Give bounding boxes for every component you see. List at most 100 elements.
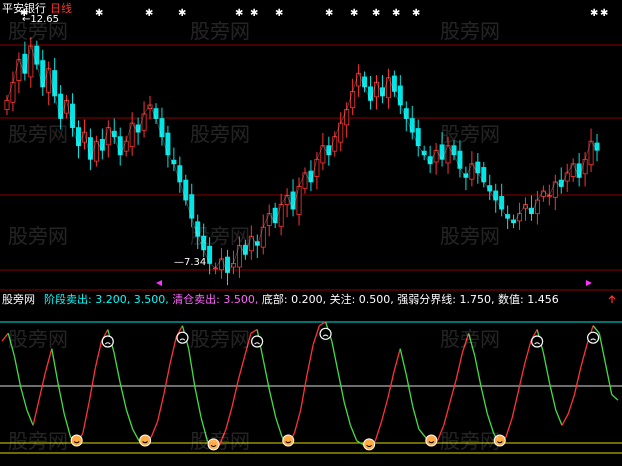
oscillator-segment (132, 428, 140, 441)
oscillator-segment (331, 340, 339, 372)
param-label: 底部: (262, 292, 288, 306)
watermark-text: 股旁网 (190, 224, 250, 248)
star-icon: ✱ (372, 8, 380, 19)
candle-body[interactable] (207, 245, 213, 264)
candle-body[interactable] (493, 190, 499, 201)
stock-chart-window[interactable]: ✱ ✱ ✱ ✱ ✱ ✱ ✱ ✱ ✱ ✱ ✱ ✱ ✱ ✱ 平安银行 日线 ←12.65 —7.34 股旁网 … (0, 0, 622, 462)
oscillator-segment (125, 409, 134, 430)
param-value: 0.200, (288, 293, 330, 306)
indicator-params: 阶段卖出: 3.200, 3.500, 清仓卖出: 3.500, 底部: 0.2… (44, 292, 559, 306)
oscillator-segment (113, 352, 121, 384)
candle-body[interactable] (87, 137, 93, 160)
oscillator-segment (20, 386, 28, 411)
watermark-text: 股旁网 (190, 327, 250, 351)
star-icon: ✱ (590, 8, 598, 19)
smiley-face-icon (139, 434, 152, 447)
watermarks: 股旁网 股旁网 股旁网股旁网 股旁网 股旁网股旁网 股旁网 股旁网股旁网 股旁网 股旁网股旁网股… (8, 19, 500, 453)
oscillator-segment (524, 340, 532, 365)
candle-body[interactable] (350, 90, 356, 109)
indicator-panel[interactable] (0, 321, 622, 454)
candle-body[interactable] (93, 140, 99, 162)
candle-body[interactable] (52, 70, 58, 97)
candle-body[interactable] (594, 142, 600, 151)
watermark-text: 股旁网 (8, 429, 68, 453)
candle-body[interactable] (344, 109, 350, 126)
oscillator-segment (349, 425, 358, 441)
oscillator-segment (231, 379, 240, 407)
oscillator-segment (548, 383, 557, 411)
candle-body[interactable] (260, 226, 266, 248)
oscillator-segment (374, 421, 383, 441)
candle-body[interactable] (314, 158, 320, 177)
watermark-text: 股旁网 (440, 224, 500, 248)
oscillator-segment (237, 356, 246, 380)
candle-body[interactable] (70, 103, 76, 129)
indicator-header: 股旁网 阶段卖出: 3.200, 3.500, 清仓卖出: 3.500, 底部:… (2, 292, 616, 306)
candle-body[interactable] (576, 163, 582, 178)
candle-body[interactable] (368, 86, 374, 101)
candle-body[interactable] (141, 113, 147, 131)
oscillator-segment (194, 386, 202, 418)
period-label[interactable]: 日线 (50, 1, 72, 15)
watermark-text: 股旁网 (8, 327, 68, 351)
price-panel[interactable]: ✱ ✱ ✱ ✱ ✱ ✱ ✱ ✱ ✱ ✱ ✱ ✱ ✱ ✱ 平安银行 日线 ←12.65 —7.34 (0, 1, 622, 286)
oscillator-segment (275, 417, 283, 438)
candlestick-series[interactable] (4, 37, 600, 286)
param-value: 3.200, 3.500, (92, 293, 172, 306)
candle-body[interactable] (332, 136, 338, 152)
candle-body[interactable] (409, 118, 415, 133)
candle-body[interactable] (296, 186, 302, 215)
candle-body[interactable] (582, 158, 588, 175)
oscillator-segment (163, 363, 171, 395)
candle-body[interactable] (81, 131, 87, 143)
candle-body[interactable] (534, 199, 540, 215)
candle-body[interactable] (153, 108, 159, 119)
oscillator-segment (573, 367, 582, 395)
candle-body[interactable] (415, 128, 421, 147)
oscillator-segment (412, 405, 420, 430)
candle-body[interactable] (356, 72, 362, 87)
candle-body[interactable] (159, 118, 165, 138)
candle-body[interactable] (374, 81, 379, 98)
candle-body[interactable] (391, 75, 397, 92)
oscillator-segment (169, 337, 177, 365)
candle-body[interactable] (552, 181, 558, 198)
oscillator-segment (306, 344, 314, 376)
candle-body[interactable] (183, 179, 189, 201)
candle-body[interactable] (34, 45, 40, 65)
watermark-text: 股旁网 (190, 429, 250, 453)
watermark-text: 股旁网 (440, 327, 500, 351)
candle-body[interactable] (475, 161, 481, 174)
candle-body[interactable] (517, 213, 523, 222)
param-label: 强弱分界线: (397, 292, 456, 306)
candle-body[interactable] (284, 195, 290, 205)
candle-body[interactable] (4, 100, 10, 110)
candle-body[interactable] (123, 140, 129, 152)
oscillator-segment (38, 371, 47, 399)
candle-body[interactable] (278, 204, 284, 227)
watermark-text: 股旁网 (440, 429, 500, 453)
oscillator-segment (268, 390, 277, 418)
stock-name: 平安银行 (2, 1, 46, 15)
oscillator-segment (156, 394, 165, 422)
oscillator-segment (611, 394, 619, 401)
scroll-left-arrow-icon[interactable] (156, 280, 162, 286)
candle-body[interactable] (219, 258, 225, 271)
candle-body[interactable] (403, 108, 409, 119)
frown-face-icon (319, 327, 332, 340)
candle-body[interactable] (10, 81, 16, 103)
candle-body[interactable] (290, 191, 296, 210)
oscillator-segment (542, 352, 551, 384)
star-icon: ✱ (392, 8, 400, 19)
candle-body[interactable] (451, 145, 457, 156)
scroll-right-arrow-icon[interactable] (586, 280, 592, 286)
param-label: 阶段卖出: (44, 292, 92, 306)
candle-body[interactable] (362, 76, 368, 88)
oscillator-segment (517, 363, 526, 391)
candle-body[interactable] (165, 132, 171, 156)
oscillator-segment (300, 375, 308, 411)
frown-face-icon (101, 335, 114, 348)
star-icon: ✱ (250, 8, 258, 19)
candle-body[interactable] (236, 244, 242, 268)
candle-body[interactable] (177, 165, 183, 183)
